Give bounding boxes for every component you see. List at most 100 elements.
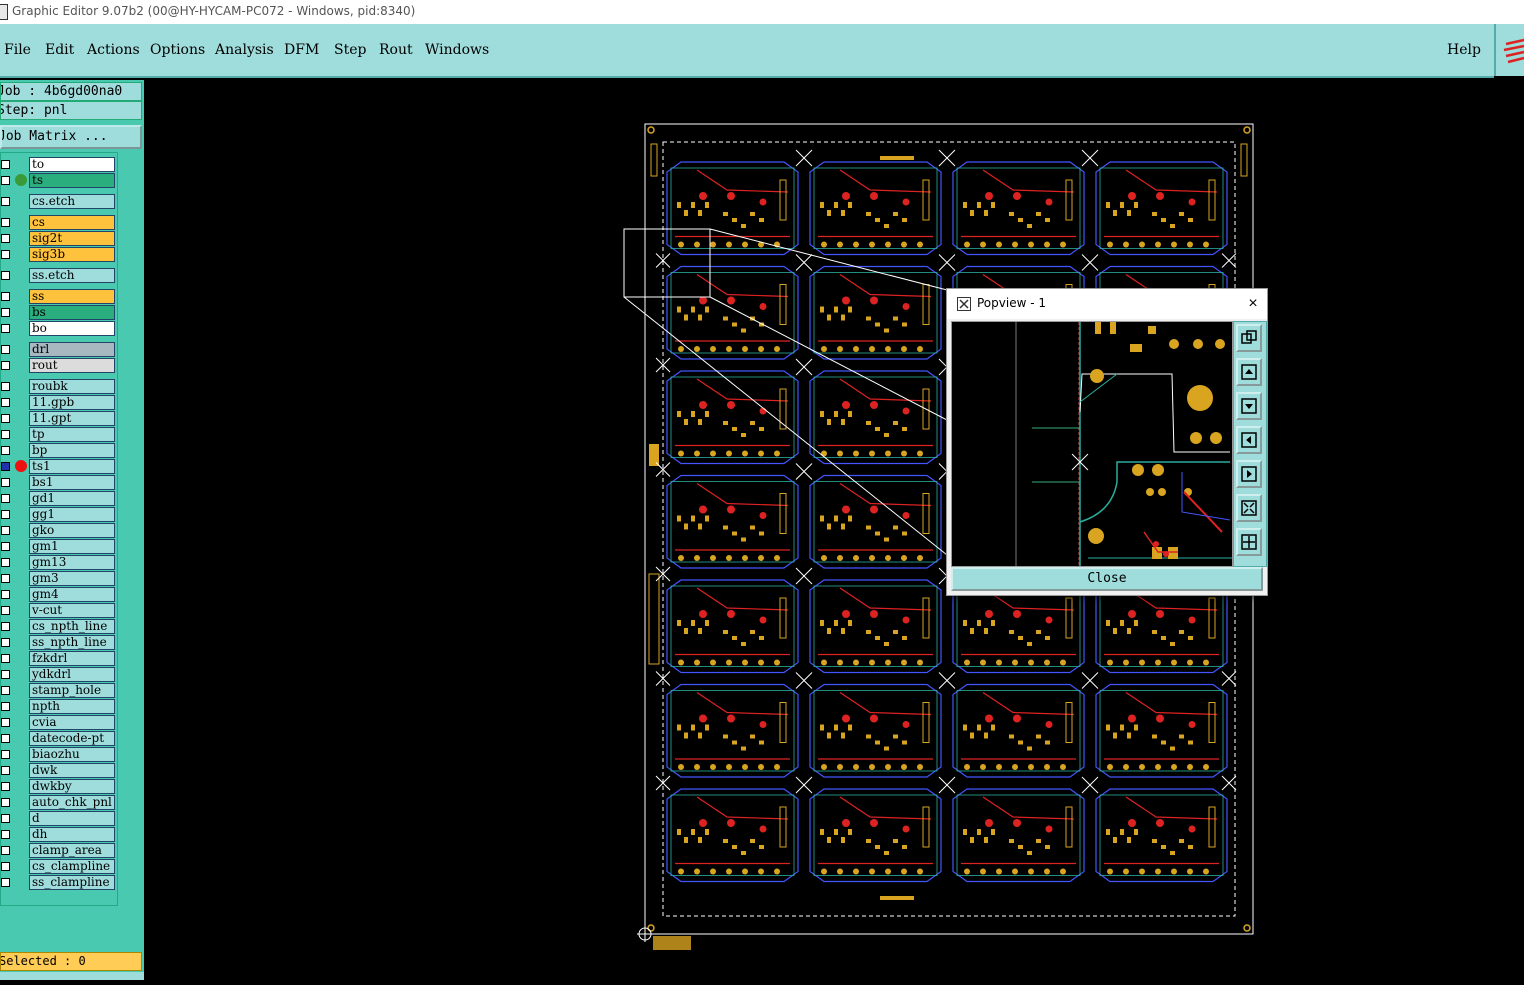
pan-down-icon[interactable] <box>1236 392 1262 420</box>
layer-checkbox[interactable] <box>1 462 10 471</box>
layer-name[interactable]: cs <box>29 215 115 230</box>
menu-edit[interactable]: Edit <box>45 42 74 58</box>
pan-up-icon[interactable] <box>1236 358 1262 386</box>
layer-checkbox[interactable] <box>1 308 10 317</box>
layer-checkbox[interactable] <box>1 542 10 551</box>
zoom-out-icon[interactable] <box>1236 528 1262 556</box>
layer-name[interactable]: datecode-pt <box>29 731 115 746</box>
layer-row-ydkdrl[interactable]: ydkdrl <box>1 667 117 682</box>
layer-row-ss[interactable]: ss <box>1 289 117 304</box>
layer-row-stamp-hole[interactable]: stamp_hole <box>1 683 117 698</box>
layer-row-auto-chk-pnl[interactable]: auto_chk_pnl <box>1 795 117 810</box>
layer-row-bs[interactable]: bs <box>1 305 117 320</box>
layer-row-gm13[interactable]: gm13 <box>1 555 117 570</box>
layer-row-ss-clampline[interactable]: ss_clampline <box>1 875 117 890</box>
layer-name[interactable]: cs_npth_line <box>29 619 115 634</box>
layer-row-11-gpt[interactable]: 11.gpt <box>1 411 117 426</box>
layer-checkbox[interactable] <box>1 670 10 679</box>
layer-checkbox[interactable] <box>1 526 10 535</box>
layer-name[interactable]: gd1 <box>29 491 115 506</box>
zoom-in-icon[interactable] <box>1236 494 1262 522</box>
menu-help[interactable]: Help <box>1447 42 1481 58</box>
layer-name[interactable]: roubk <box>29 379 115 394</box>
zoom-home-icon[interactable] <box>1236 324 1262 352</box>
layer-row-gg1[interactable]: gg1 <box>1 507 117 522</box>
layer-row-bo[interactable]: bo <box>1 321 117 336</box>
layer-name[interactable]: bs1 <box>29 475 115 490</box>
layer-row-fzkdrl[interactable]: fzkdrl <box>1 651 117 666</box>
layer-row-gm1[interactable]: gm1 <box>1 539 117 554</box>
layer-checkbox[interactable] <box>1 846 10 855</box>
layer-name[interactable]: bs <box>29 305 115 320</box>
layer-row-gko[interactable]: gko <box>1 523 117 538</box>
pan-right-icon[interactable] <box>1236 460 1262 488</box>
layer-checkbox[interactable] <box>1 718 10 727</box>
layer-checkbox[interactable] <box>1 250 10 259</box>
layer-row-sig3b[interactable]: sig3b <box>1 247 117 262</box>
menu-analysis[interactable]: Analysis <box>215 42 274 58</box>
layer-row-dwkby[interactable]: dwkby <box>1 779 117 794</box>
layer-row-cs[interactable]: cs <box>1 215 117 230</box>
layer-row-clamp-area[interactable]: clamp_area <box>1 843 117 858</box>
layer-name[interactable]: stamp_hole <box>29 683 115 698</box>
layer-checkbox[interactable] <box>1 271 10 280</box>
layer-checkbox[interactable] <box>1 798 10 807</box>
menu-step[interactable]: Step <box>334 42 366 58</box>
popview-close-icon[interactable]: × <box>1245 295 1261 313</box>
popview-viewport[interactable] <box>951 321 1233 567</box>
layer-checkbox[interactable] <box>1 494 10 503</box>
layer-checkbox[interactable] <box>1 862 10 871</box>
layer-name[interactable]: ss.etch <box>29 268 115 283</box>
layer-row-gd1[interactable]: gd1 <box>1 491 117 506</box>
layer-row-bs1[interactable]: bs1 <box>1 475 117 490</box>
layer-row-v-cut[interactable]: v-cut <box>1 603 117 618</box>
layer-checkbox[interactable] <box>1 606 10 615</box>
layer-row-ts[interactable]: ts <box>1 173 117 188</box>
layer-name[interactable]: cs_clampline <box>29 859 115 874</box>
graphic-canvas[interactable] <box>144 80 1524 980</box>
layer-name[interactable]: ts1 <box>29 459 115 474</box>
menu-actions[interactable]: Actions <box>87 42 140 58</box>
layer-row-dwk[interactable]: dwk <box>1 763 117 778</box>
layer-row-cs-etch[interactable]: cs.etch <box>1 194 117 209</box>
layer-name[interactable]: 11.gpb <box>29 395 115 410</box>
layer-name[interactable]: dwk <box>29 763 115 778</box>
layer-checkbox[interactable] <box>1 345 10 354</box>
layer-name[interactable]: rout <box>29 358 115 373</box>
layer-checkbox[interactable] <box>1 361 10 370</box>
layer-checkbox[interactable] <box>1 234 10 243</box>
layer-checkbox[interactable] <box>1 176 10 185</box>
layer-name[interactable]: sig2t <box>29 231 115 246</box>
layer-checkbox[interactable] <box>1 558 10 567</box>
panel-drawing[interactable] <box>144 80 1524 980</box>
layer-row-bp[interactable]: bp <box>1 443 117 458</box>
layer-row-gm3[interactable]: gm3 <box>1 571 117 586</box>
layer-name[interactable]: gm13 <box>29 555 115 570</box>
menu-windows[interactable]: Windows <box>425 42 489 58</box>
layer-row-11-gpb[interactable]: 11.gpb <box>1 395 117 410</box>
layer-checkbox[interactable] <box>1 218 10 227</box>
layer-name[interactable]: biaozhu <box>29 747 115 762</box>
layer-checkbox[interactable] <box>1 510 10 519</box>
menu-options[interactable]: Options <box>150 42 205 58</box>
layer-checkbox[interactable] <box>1 782 10 791</box>
popview-zoomed-drawing[interactable] <box>952 322 1232 566</box>
layer-name[interactable]: tp <box>29 427 115 442</box>
layer-name[interactable]: ss_npth_line <box>29 635 115 650</box>
layer-name[interactable]: ydkdrl <box>29 667 115 682</box>
layer-row-cs-clampline[interactable]: cs_clampline <box>1 859 117 874</box>
layer-checkbox[interactable] <box>1 638 10 647</box>
layer-name[interactable]: ss <box>29 289 115 304</box>
layer-name[interactable]: cvia <box>29 715 115 730</box>
layer-checkbox[interactable] <box>1 654 10 663</box>
layer-checkbox[interactable] <box>1 622 10 631</box>
layer-checkbox[interactable] <box>1 382 10 391</box>
layer-name[interactable]: npth <box>29 699 115 714</box>
popview-close-button[interactable]: Close <box>951 567 1263 591</box>
layer-row-cs-npth-line[interactable]: cs_npth_line <box>1 619 117 634</box>
layer-checkbox[interactable] <box>1 574 10 583</box>
layer-checkbox[interactable] <box>1 292 10 301</box>
layer-checkbox[interactable] <box>1 478 10 487</box>
layer-checkbox[interactable] <box>1 160 10 169</box>
layer-checkbox[interactable] <box>1 414 10 423</box>
